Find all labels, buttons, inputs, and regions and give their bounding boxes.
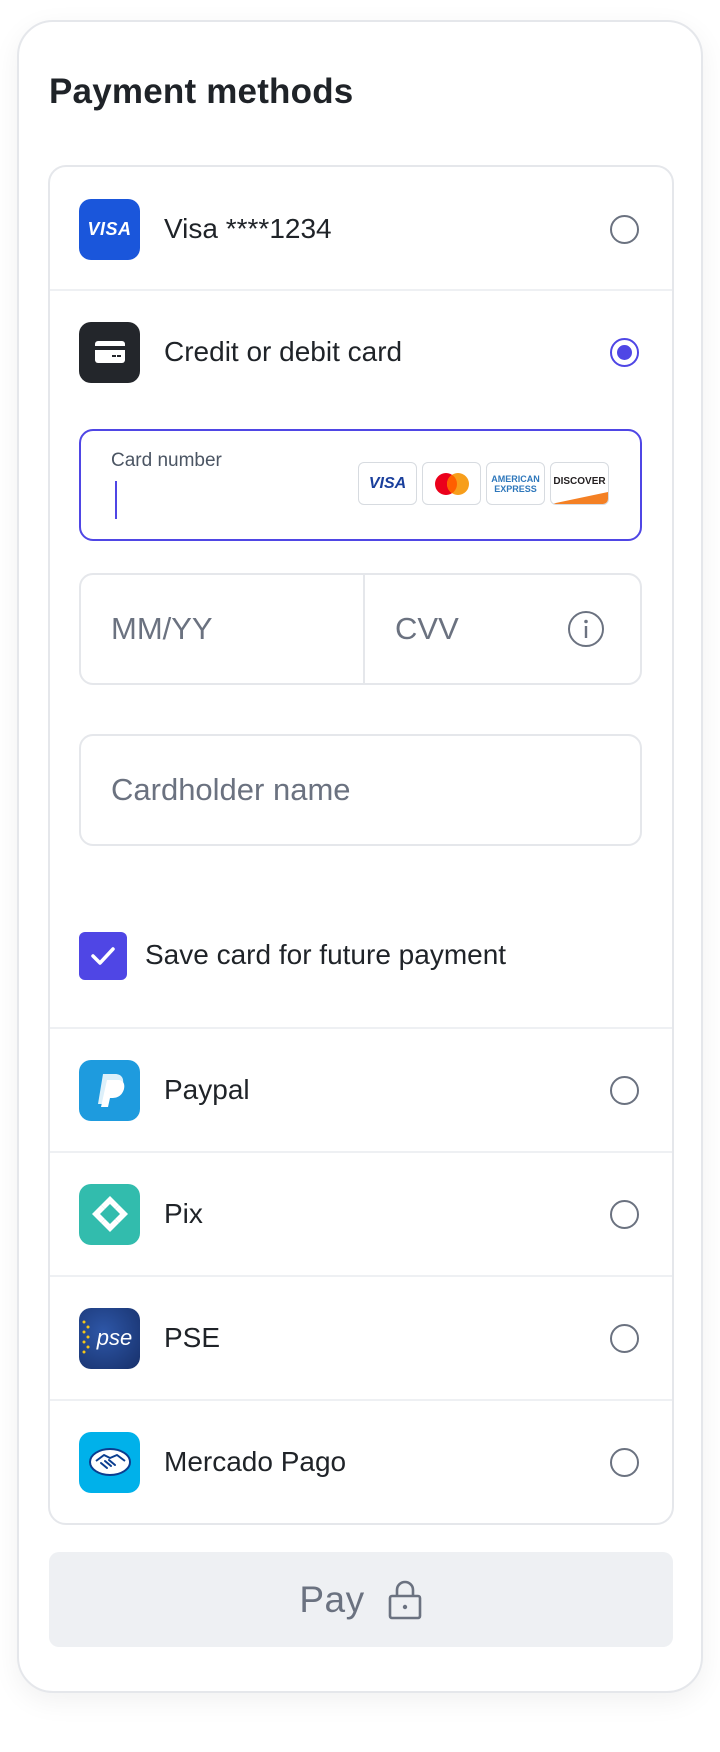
expiry-cvv-group: MM/YY CVV: [79, 573, 642, 685]
pay-label: Pay: [299, 1578, 365, 1620]
check-icon: [91, 947, 115, 965]
mercado-pago-radio[interactable]: [610, 1447, 639, 1477]
save-card-checkbox[interactable]: [79, 932, 127, 980]
text-cursor: [115, 481, 117, 519]
method-paypal[interactable]: Paypal: [50, 1027, 672, 1151]
info-icon[interactable]: [567, 610, 605, 648]
method-label: Visa ****1234: [164, 213, 332, 244]
payment-methods-list: VISA Visa ****1234 Credit or debit card …: [48, 165, 674, 1525]
mastercard-brand-icon: [422, 462, 481, 505]
cvv-input[interactable]: CVV: [367, 575, 640, 683]
paypal-radio[interactable]: [610, 1075, 639, 1105]
method-label: Paypal: [164, 1074, 250, 1105]
card-number-label: Card number: [111, 450, 222, 471]
saved-visa-radio[interactable]: [610, 214, 639, 244]
method-label: PSE: [164, 1322, 221, 1353]
method-pix[interactable]: Pix: [50, 1151, 672, 1275]
credit-card-icon: [79, 321, 140, 383]
cardholder-name-input[interactable]: Cardholder name: [79, 734, 642, 846]
pay-button[interactable]: Pay: [49, 1552, 673, 1647]
method-label: Credit or debit card: [164, 336, 403, 367]
mercado-pago-logo-icon: [79, 1431, 140, 1493]
pse-radio[interactable]: [610, 1323, 639, 1353]
lock-icon: [388, 1580, 421, 1619]
card-number-field[interactable]: Card number VISA AMERICAN EXPRESS DISCOV…: [79, 429, 642, 541]
page-title: Payment methods: [49, 72, 354, 111]
method-credit-card[interactable]: Credit or debit card: [50, 289, 672, 413]
save-card-label: Save card for future payment: [145, 939, 507, 970]
method-label: Mercado Pago: [164, 1446, 347, 1477]
discover-brand-icon: DISCOVER: [550, 462, 609, 505]
method-label: Pix: [164, 1198, 203, 1229]
pse-logo-icon: pse: [79, 1307, 140, 1369]
visa-brand-icon: VISA: [358, 462, 417, 505]
visa-logo-icon: VISA: [79, 198, 140, 260]
payment-card: Payment methods VISA Visa ****1234 Credi…: [17, 20, 703, 1693]
method-saved-visa[interactable]: VISA Visa ****1234: [50, 167, 672, 291]
paypal-logo-icon: [79, 1059, 140, 1121]
pix-radio[interactable]: [610, 1199, 639, 1229]
method-mercado-pago[interactable]: Mercado Pago: [50, 1399, 672, 1523]
pix-logo-icon: [79, 1183, 140, 1245]
expiry-input[interactable]: MM/YY: [81, 575, 365, 683]
amex-brand-icon: AMERICAN EXPRESS: [486, 462, 545, 505]
credit-card-radio[interactable]: [610, 337, 639, 367]
method-pse[interactable]: pse PSE: [50, 1275, 672, 1399]
